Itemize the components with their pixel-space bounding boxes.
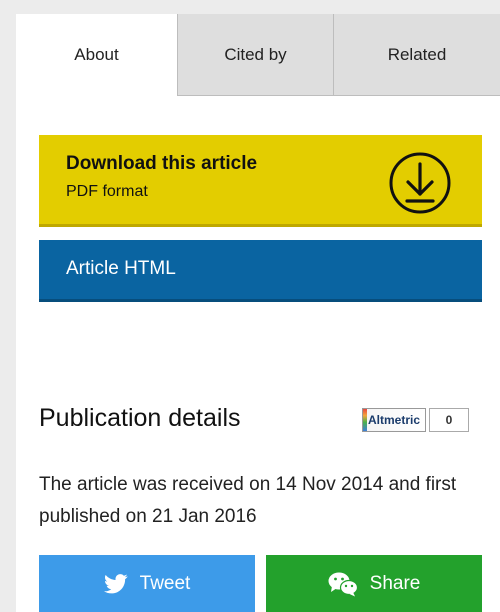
article-sidebar-panel: About Cited by Related Download this art…	[16, 14, 500, 612]
altmetric-score: 0	[429, 408, 470, 432]
publication-details-heading: Publication details	[39, 404, 241, 432]
twitter-bird-icon	[103, 573, 128, 593]
article-html-label: Article HTML	[66, 258, 176, 279]
publication-dates-text: The article was received on 14 Nov 2014 …	[39, 474, 457, 527]
download-title: Download this article	[66, 153, 258, 174]
download-format: PDF format	[66, 183, 148, 200]
tweet-label: Tweet	[139, 572, 191, 594]
wechat-share-button[interactable]: Share	[266, 555, 482, 612]
download-icon	[389, 152, 451, 214]
tweet-button[interactable]: Tweet	[39, 555, 255, 612]
tab-bar: About Cited by Related	[16, 14, 500, 96]
tab-about[interactable]: About	[16, 14, 177, 96]
article-html-button[interactable]: Article HTML	[39, 240, 482, 302]
share-label: Share	[369, 572, 421, 594]
share-row: Tweet Share	[39, 555, 482, 612]
tab-related[interactable]: Related	[333, 14, 500, 96]
wechat-icon	[328, 572, 358, 596]
download-article-button[interactable]: Download this article PDF format	[39, 135, 482, 227]
altmetric-label: Altmetric	[362, 408, 427, 432]
tab-cited-by[interactable]: Cited by	[177, 14, 333, 96]
altmetric-badge[interactable]: Altmetric 0	[362, 408, 470, 432]
